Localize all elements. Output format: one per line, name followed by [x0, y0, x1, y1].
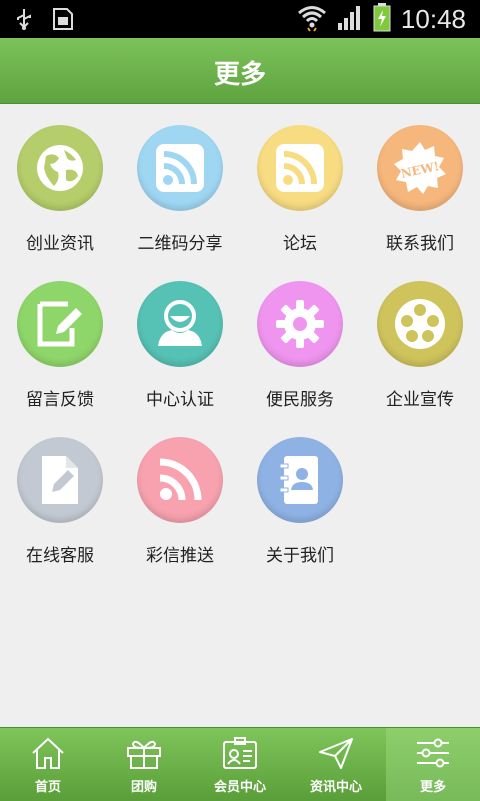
contacts-icon	[257, 437, 343, 523]
sliders-icon	[386, 728, 480, 770]
tab-label: 更多	[419, 780, 446, 795]
sim-icon	[52, 7, 74, 35]
grid-item-label: 中心认证	[146, 390, 214, 410]
grid-item-center-cert[interactable]: 中心认证	[120, 259, 240, 410]
grid-item-label: 在线客服	[26, 546, 94, 566]
gift-icon	[96, 728, 192, 770]
battery-icon	[373, 2, 391, 36]
svg-text:NEW!: NEW!	[400, 159, 441, 181]
grid-item-label: 创业资讯	[26, 234, 94, 254]
grid-item-online-service[interactable]: 在线客服	[0, 415, 120, 566]
new-badge-icon: NEW!	[377, 125, 463, 211]
grid-item-contact-us[interactable]: NEW! 联系我们	[360, 103, 480, 254]
grid-item-label: 留言反馈	[26, 390, 94, 410]
tab-label: 会员中心	[213, 780, 266, 795]
edit-icon	[17, 281, 103, 367]
globe-icon	[17, 125, 103, 211]
grid-item-label: 论坛	[283, 234, 317, 254]
grid-item-label: 二维码分享	[137, 234, 223, 254]
member-card-icon	[192, 728, 288, 770]
bottom-tab-bar: 首页 团购 会员中心 资讯中心 更多	[0, 727, 480, 801]
home-icon	[0, 728, 96, 770]
tab-member-center[interactable]: 会员中心	[192, 728, 288, 801]
tab-home[interactable]: 首页	[0, 728, 96, 801]
grid-item-forum[interactable]: 论坛	[240, 103, 360, 254]
grid-item-label: 彩信推送	[146, 546, 214, 566]
title-bar: 更多	[0, 38, 480, 104]
grid-item-mms-push[interactable]: 彩信推送	[120, 415, 240, 566]
grid-item-label: 企业宣传	[386, 390, 454, 410]
grid-item-promotion[interactable]: 企业宣传	[360, 259, 480, 410]
tab-news-center[interactable]: 资讯中心	[288, 728, 384, 801]
signal-icon	[337, 3, 363, 35]
wifi-icon	[297, 2, 327, 36]
status-bar: 10:48	[0, 0, 480, 38]
user-icon	[137, 281, 223, 367]
tab-label: 团购	[130, 780, 157, 795]
clock: 10:48	[400, 3, 466, 34]
tab-label: 首页	[34, 780, 61, 795]
usb-icon	[14, 7, 34, 35]
rss-icon	[137, 437, 223, 523]
film-reel-icon	[377, 281, 463, 367]
rss-icon	[137, 125, 223, 211]
tab-more[interactable]: 更多	[386, 728, 480, 801]
send-icon	[288, 728, 384, 770]
tab-label: 资讯中心	[309, 780, 362, 795]
grid-item-convenience[interactable]: 便民服务	[240, 259, 360, 410]
gear-icon	[257, 281, 343, 367]
document-edit-icon	[17, 437, 103, 523]
page-title: 更多	[213, 60, 266, 90]
tab-group-buy[interactable]: 团购	[96, 728, 192, 801]
grid-item-label: 便民服务	[266, 390, 334, 410]
grid-item-label: 关于我们	[266, 546, 334, 566]
grid-item-label: 联系我们	[386, 234, 454, 254]
grid-item-about-us[interactable]: 关于我们	[240, 415, 360, 566]
rss-icon	[257, 125, 343, 211]
grid-item-qr-share[interactable]: 二维码分享	[120, 103, 240, 254]
grid-item-feedback[interactable]: 留言反馈	[0, 259, 120, 410]
grid-item-startup-news[interactable]: 创业资讯	[0, 103, 120, 254]
